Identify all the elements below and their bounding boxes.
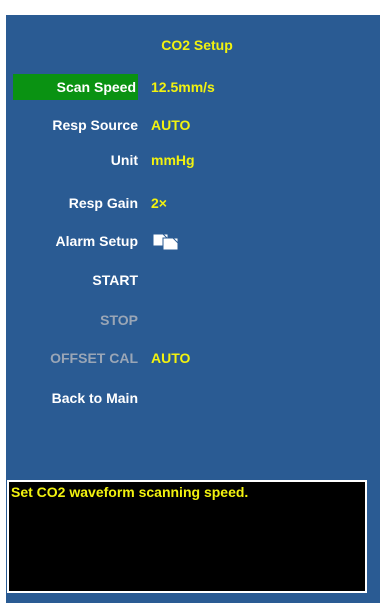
help-message: Set CO2 waveform scanning speed.	[11, 484, 249, 500]
row-start: START	[6, 267, 380, 293]
start-button[interactable]: START	[92, 267, 138, 293]
scan-speed-value[interactable]: 12.5mm/s	[151, 74, 215, 100]
row-resp-source: Resp Source AUTO	[6, 112, 380, 138]
documents-icon[interactable]	[151, 233, 181, 251]
unit-value[interactable]: mmHg	[151, 147, 195, 173]
unit-label[interactable]: Unit	[111, 147, 138, 173]
resp-gain-value[interactable]: 2×	[151, 190, 167, 216]
alarm-setup-label[interactable]: Alarm Setup	[56, 228, 138, 254]
stop-button: STOP	[100, 312, 138, 328]
help-message-box: Set CO2 waveform scanning speed.	[7, 480, 367, 593]
offset-cal-value: AUTO	[151, 350, 191, 366]
window-title: CO2 Setup	[161, 37, 233, 53]
row-resp-gain: Resp Gain 2×	[6, 190, 380, 216]
back-to-main-button[interactable]: Back to Main	[52, 385, 138, 411]
row-stop: STOP	[6, 307, 380, 333]
row-alarm-setup: Alarm Setup	[6, 228, 380, 254]
offset-cal-label: OFFSET CAL	[50, 350, 138, 366]
row-back-to-main: Back to Main	[6, 385, 380, 411]
row-scan-speed: Scan Speed 12.5mm/s	[6, 74, 380, 100]
row-unit: Unit mmHg	[6, 147, 380, 173]
resp-source-label[interactable]: Resp Source	[52, 112, 138, 138]
scan-speed-label[interactable]: Scan Speed	[13, 74, 138, 100]
row-offset-cal: OFFSET CAL AUTO	[6, 345, 380, 371]
resp-source-value[interactable]: AUTO	[151, 112, 190, 138]
resp-gain-label[interactable]: Resp Gain	[69, 190, 138, 216]
